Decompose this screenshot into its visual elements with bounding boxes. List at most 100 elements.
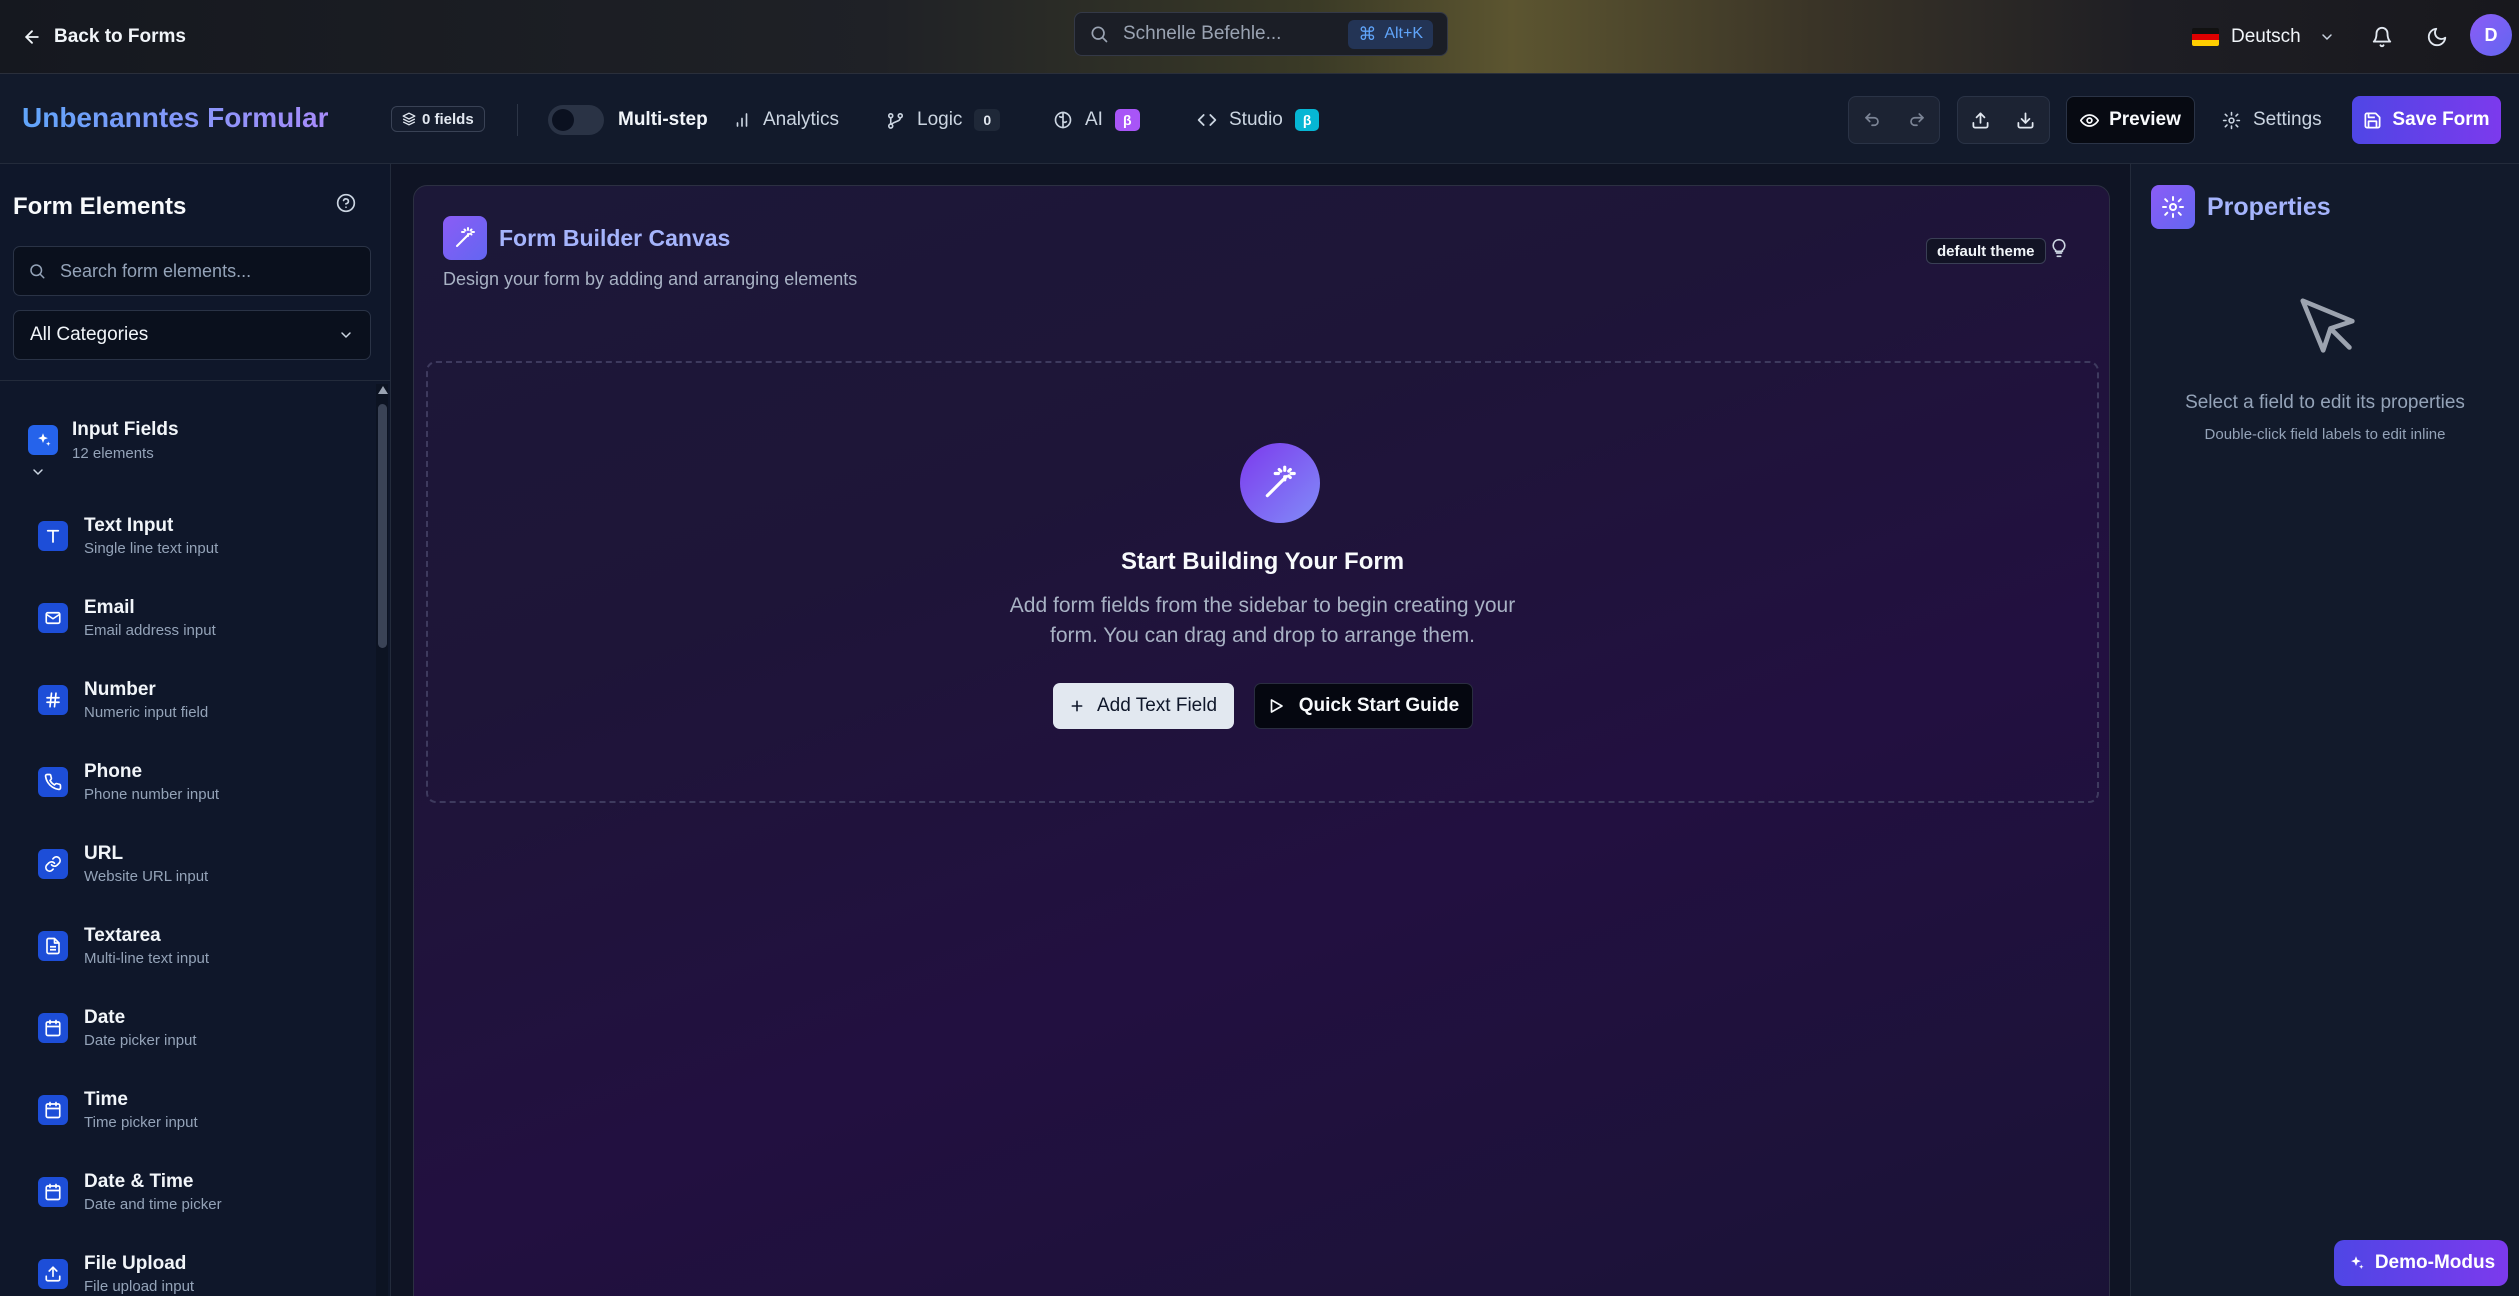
save-label: Save Form (2392, 109, 2490, 130)
fields-count-badge: 0 fields (391, 106, 485, 132)
mail-icon (38, 603, 68, 633)
multistep-toggle[interactable] (548, 105, 604, 135)
logic-count-badge: 0 (974, 109, 1001, 131)
upload-icon (38, 1259, 68, 1289)
export-button[interactable] (1958, 97, 2003, 143)
demo-mode-button[interactable]: Demo-Modus (2334, 1240, 2508, 1286)
file-text-icon (38, 931, 68, 961)
element-desc: Multi-line text input (84, 950, 210, 967)
properties-header: Properties (2151, 185, 2331, 229)
top-bar: Back to Forms Schnelle Befehle... ⌘ Alt+… (0, 0, 2519, 74)
quick-start-guide-button[interactable]: Quick Start Guide (1253, 683, 1473, 729)
element-text-input[interactable]: Text Input Single line text input (38, 506, 358, 566)
category-select[interactable]: All Categories (13, 310, 371, 360)
toolbar-divider (517, 104, 518, 136)
sidebar-scrollbar-thumb[interactable] (378, 404, 387, 648)
studio-button[interactable]: Studio β (1197, 104, 1320, 136)
lightbulb-icon[interactable] (2049, 238, 2069, 258)
command-search[interactable]: Schnelle Befehle... ⌘ Alt+K (1074, 12, 1448, 56)
element-number[interactable]: Number Numeric input field (38, 670, 358, 730)
canvas-area: Form Builder Canvas Design your form by … (391, 164, 2130, 1296)
element-desc: Email address input (84, 622, 216, 639)
undo-button[interactable] (1849, 97, 1894, 143)
search-icon (28, 262, 46, 280)
studio-label: Studio (1229, 109, 1283, 130)
properties-hint: Double-click field labels to edit inline (2204, 426, 2446, 443)
multistep-toggle-group: Multi-step (548, 104, 708, 136)
chevron-down-icon[interactable] (30, 464, 46, 480)
calendar-icon (38, 1013, 68, 1043)
form-title[interactable]: Unbenanntes Formular (22, 102, 328, 134)
logic-button[interactable]: Logic 0 (886, 104, 1001, 136)
empty-state-title: Start Building Your Form (1120, 548, 1405, 575)
plus-icon (1069, 698, 1085, 714)
ai-button[interactable]: AI β (1053, 104, 1140, 136)
drop-zone[interactable]: Start Building Your Form Add form fields… (426, 361, 2099, 803)
back-to-forms-button[interactable]: Back to Forms (22, 20, 186, 54)
category-count: 12 elements (72, 445, 154, 462)
import-button[interactable] (2003, 97, 2048, 143)
upload-icon (1971, 111, 1990, 130)
gear-icon (2151, 185, 2195, 229)
element-desc: Time picker input (84, 1114, 198, 1131)
element-email[interactable]: Email Email address input (38, 588, 358, 648)
preview-button[interactable]: Preview (2066, 96, 2195, 144)
element-time[interactable]: Time Time picker input (38, 1080, 358, 1140)
hash-icon (38, 685, 68, 715)
save-form-button[interactable]: Save Form (2352, 96, 2501, 144)
eye-icon (2080, 111, 2100, 130)
element-desc: File upload input (84, 1278, 195, 1295)
history-group (1848, 96, 1940, 144)
element-file-upload[interactable]: File Upload File upload input (38, 1244, 358, 1296)
brain-icon (1053, 110, 1073, 130)
element-name: Date (84, 1007, 126, 1028)
import-export-group (1957, 96, 2050, 144)
element-phone[interactable]: Phone Phone number input (38, 752, 358, 812)
element-search-input[interactable] (60, 260, 350, 282)
user-avatar[interactable]: D (2470, 14, 2512, 56)
code-icon (1197, 110, 1217, 130)
chevron-down-icon (338, 327, 354, 343)
add-text-field-label: Add Text Field (1096, 695, 1218, 716)
layers-icon (402, 112, 416, 126)
element-name: File Upload (84, 1253, 187, 1274)
text-icon (38, 521, 68, 551)
theme-toggle-button[interactable] (2420, 20, 2454, 54)
back-label: Back to Forms (54, 26, 186, 47)
element-name: Text Input (84, 515, 174, 536)
chevron-down-icon (2319, 29, 2335, 45)
canvas-title: Form Builder Canvas (499, 225, 731, 251)
help-button[interactable] (336, 193, 356, 213)
settings-button[interactable]: Settings (2222, 104, 2322, 136)
language-selector[interactable]: Deutsch (2192, 20, 2335, 54)
theme-badge[interactable]: default theme (1926, 238, 2046, 264)
fields-count-label: 0 fields (422, 110, 474, 128)
element-date[interactable]: Date Date picker input (38, 998, 358, 1058)
element-url[interactable]: URL Website URL input (38, 834, 358, 894)
calendar-icon (38, 1095, 68, 1125)
category-input-fields[interactable]: Input Fields 12 elements (28, 419, 179, 462)
cursor-pointer-icon (2294, 292, 2364, 362)
properties-title: Properties (2207, 192, 2331, 221)
demo-mode-label: Demo-Modus (2374, 1252, 2496, 1273)
element-textarea[interactable]: Textarea Multi-line text input (38, 916, 358, 976)
help-circle-icon (336, 193, 356, 213)
form-elements-sidebar: Form Elements All Categories Input Field… (0, 164, 391, 1296)
scroll-up-arrow-icon[interactable] (378, 386, 388, 394)
element-datetime[interactable]: Date & Time Date and time picker (38, 1162, 358, 1222)
analytics-button[interactable]: Analytics (733, 104, 839, 136)
redo-button[interactable] (1894, 97, 1939, 143)
german-flag-icon (2192, 28, 2219, 46)
canvas-subtitle: Design your form by adding and arranging… (443, 269, 858, 289)
link-icon (38, 849, 68, 879)
redo-icon (1908, 111, 1926, 129)
search-icon (1089, 24, 1109, 44)
add-text-field-button[interactable]: Add Text Field (1052, 683, 1234, 729)
logic-label: Logic (917, 109, 963, 130)
element-desc: Numeric input field (84, 704, 209, 721)
git-branch-icon (886, 111, 905, 130)
empty-state-line-2: form. You can drag and drop to arrange t… (1050, 624, 1475, 647)
element-desc: Phone number input (84, 786, 220, 803)
ai-label: AI (1085, 109, 1103, 130)
notifications-button[interactable] (2365, 20, 2399, 54)
